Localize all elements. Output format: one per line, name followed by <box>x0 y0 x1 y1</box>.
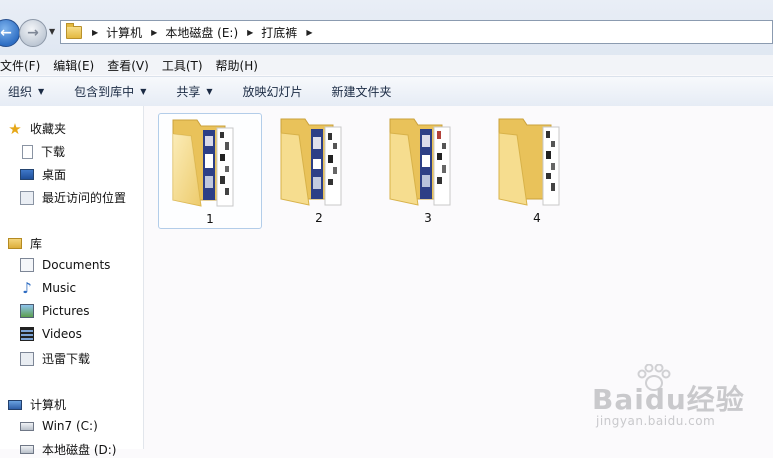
sidebar-item-downloads[interactable]: 下载 <box>20 143 65 160</box>
folder-with-photos-icon <box>389 118 451 206</box>
library-icon <box>8 238 22 249</box>
desktop-icon <box>20 169 34 180</box>
back-arrow-icon: ← <box>0 25 12 41</box>
menu-bar: 文件(F) 编辑(E) 查看(V) 工具(T) 帮助(H) <box>0 55 773 75</box>
folder-with-photos-icon <box>280 118 342 206</box>
watermark-logo: Baidu经验 <box>592 383 745 416</box>
chevron-down-icon: ▼ <box>206 87 213 96</box>
download-library-icon <box>20 351 34 366</box>
folder-item[interactable]: 1 <box>158 113 262 229</box>
pictures-icon <box>20 304 34 318</box>
download-folder-icon <box>22 144 33 159</box>
include-in-library-label: 包含到库中 <box>74 85 135 99</box>
share-button[interactable]: 共享 ▼ <box>176 83 212 100</box>
recent-places-icon <box>20 190 34 205</box>
sidebar-item-documents[interactable]: Documents <box>20 258 110 272</box>
back-button[interactable]: ← <box>0 19 20 47</box>
sidebar-item-drive-d[interactable]: 本地磁盘 (D:) <box>20 441 116 458</box>
chevron-right-icon[interactable]: ▶ <box>92 28 98 37</box>
folder-name: 1 <box>206 212 214 226</box>
chevron-right-icon[interactable]: ▶ <box>306 28 312 37</box>
sidebar-item-label: 本地磁盘 (D:) <box>42 443 117 457</box>
menu-file[interactable]: 文件(F) <box>0 57 40 74</box>
address-bar-area: ← → ▼ ▶ 计算机 ▶ 本地磁盘 (E:) ▶ 打底裤 ▶ <box>0 0 773 58</box>
sidebar-item-pictures[interactable]: Pictures <box>20 304 90 318</box>
computer-icon <box>8 399 22 410</box>
sidebar-item-label: Documents <box>42 258 111 272</box>
sidebar-group-label: 库 <box>30 237 43 251</box>
slideshow-button[interactable]: 放映幻灯片 <box>243 83 303 100</box>
chevron-right-icon[interactable]: ▶ <box>247 28 253 37</box>
breadcrumb-current-folder[interactable]: 打底裤 <box>261 24 297 41</box>
recent-pages-dropdown-icon[interactable]: ▼ <box>49 27 55 36</box>
include-in-library-button[interactable]: 包含到库中 ▼ <box>74 83 146 100</box>
drive-icon <box>20 421 34 431</box>
sidebar-item-recent-places[interactable]: 最近访问的位置 <box>20 189 126 206</box>
sidebar-item-label: Videos <box>42 327 82 341</box>
sidebar-item-label: 下载 <box>41 145 66 159</box>
menu-tools[interactable]: 工具(T) <box>162 57 203 74</box>
breadcrumb-drive-e[interactable]: 本地磁盘 (E:) <box>165 24 238 41</box>
forward-button[interactable]: → <box>19 19 47 47</box>
sidebar-item-label: 桌面 <box>42 168 67 182</box>
drive-icon <box>20 445 34 454</box>
command-bar: 组织 ▼ 包含到库中 ▼ 共享 ▼ 放映幻灯片 新建文件夹 <box>0 76 773 107</box>
sidebar-item-xunlei-downloads[interactable]: 迅雷下载 <box>20 350 90 367</box>
folder-item[interactable]: 4 <box>485 113 589 229</box>
sidebar-item-music[interactable]: ♪ Music <box>20 279 77 297</box>
chevron-down-icon: ▼ <box>38 87 45 96</box>
folder-with-photos-icon <box>498 118 560 206</box>
menu-view[interactable]: 查看(V) <box>107 57 149 74</box>
menu-help[interactable]: 帮助(H) <box>216 57 258 74</box>
share-label: 共享 <box>176 85 201 99</box>
chevron-right-icon[interactable]: ▶ <box>151 28 157 37</box>
sidebar-group-label: 收藏夹 <box>30 122 67 136</box>
sidebar-item-label: 迅雷下载 <box>42 352 91 366</box>
sidebar-item-videos[interactable]: Videos <box>20 327 82 341</box>
new-folder-button[interactable]: 新建文件夹 <box>332 83 392 100</box>
documents-icon <box>20 258 34 272</box>
sidebar-item-desktop[interactable]: 桌面 <box>20 166 66 183</box>
watermark-url: jingyan.baidu.com <box>596 414 716 428</box>
sidebar-item-label: Music <box>42 281 77 295</box>
address-input[interactable]: ▶ 计算机 ▶ 本地磁盘 (E:) ▶ 打底裤 ▶ <box>60 20 773 44</box>
sidebar-item-label: Pictures <box>42 304 90 318</box>
forward-arrow-icon: → <box>27 25 39 41</box>
sidebar-item-drive-c[interactable]: Win7 (C:) <box>20 419 98 433</box>
folder-name: 4 <box>533 211 541 225</box>
film-strip-icon <box>20 327 34 341</box>
sidebar-group-computer[interactable]: 计算机 <box>8 396 66 413</box>
menu-edit[interactable]: 编辑(E) <box>53 57 94 74</box>
sidebar-group-libraries[interactable]: 库 <box>8 235 42 252</box>
sidebar-item-label: 最近访问的位置 <box>42 191 127 205</box>
folder-with-photos-icon <box>172 119 234 207</box>
organize-label: 组织 <box>8 85 33 99</box>
folder-name: 3 <box>424 211 432 225</box>
folder-item[interactable]: 2 <box>267 113 371 229</box>
folder-name: 2 <box>315 211 323 225</box>
chevron-down-icon: ▼ <box>140 87 147 96</box>
star-icon: ★ <box>8 119 22 138</box>
folder-icon <box>66 22 82 39</box>
folder-item[interactable]: 3 <box>376 113 480 229</box>
sidebar-group-label: 计算机 <box>30 398 67 412</box>
organize-button[interactable]: 组织 ▼ <box>8 83 44 100</box>
sidebar-group-favorites[interactable]: ★ 收藏夹 <box>8 120 66 137</box>
breadcrumb-computer[interactable]: 计算机 <box>106 24 142 41</box>
music-note-icon: ♪ <box>22 279 32 297</box>
sidebar-item-label: Win7 (C:) <box>42 419 98 433</box>
navigation-pane: ★ 收藏夹 下载 桌面 最近访问的位置 库 Documents ♪ Music … <box>0 106 144 457</box>
